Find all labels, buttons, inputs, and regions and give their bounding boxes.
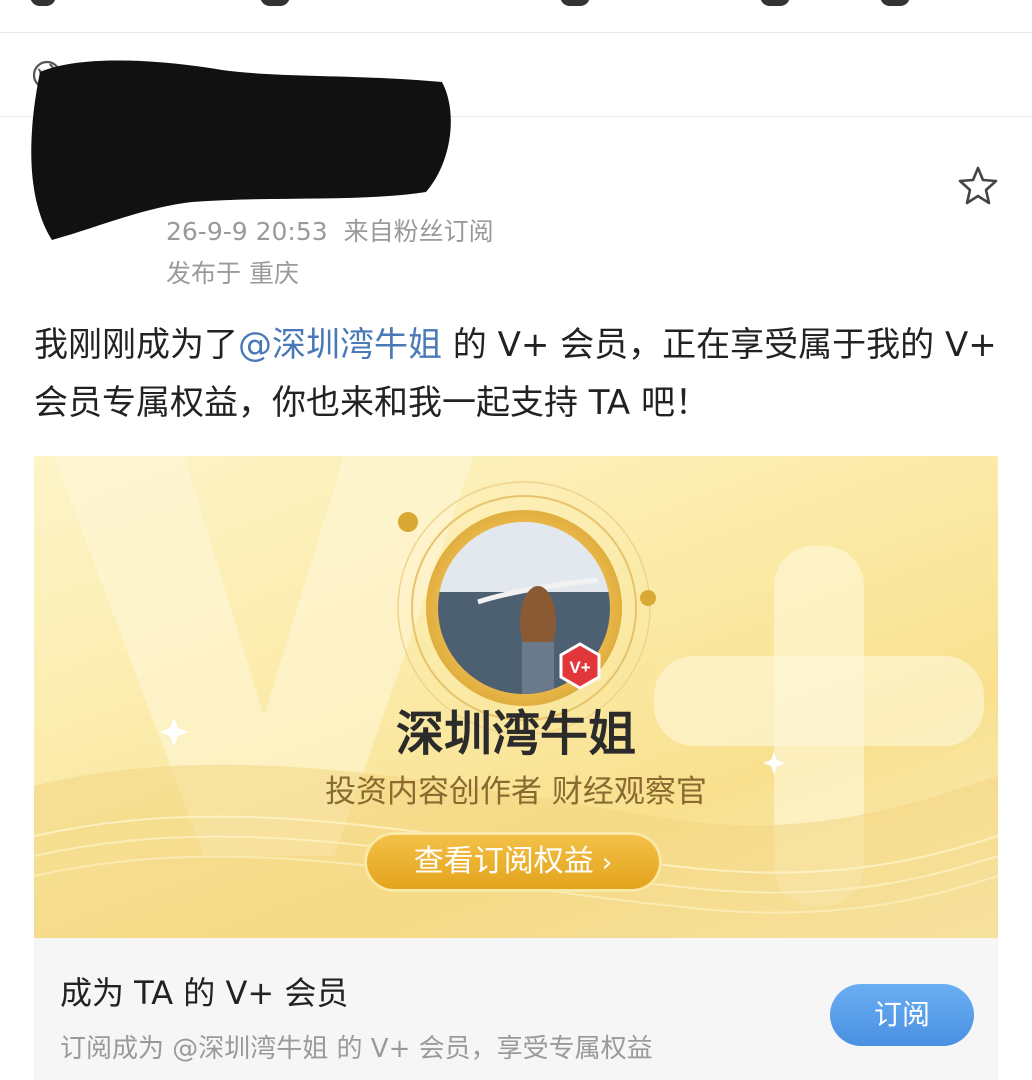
vplus-badge-icon: V+ [559,642,601,690]
favorite-star-icon[interactable] [956,164,1000,208]
globe-icon [32,60,62,90]
svg-text:V+: V+ [569,658,590,677]
toolbar-glyph [760,0,790,6]
post-timestamp: 26-9-9 20:53 来自粉丝订阅 [166,217,494,246]
search-icon[interactable] [880,0,910,6]
toolbar-glyph [560,0,590,6]
subscribe-button[interactable]: 订阅 [830,984,974,1046]
author-name[interactable]: 一路向上 178 [166,160,353,204]
view-benefits-button[interactable]: 查看订阅权益 › [364,832,662,892]
creator-name: 深圳湾牛姐 [395,706,636,762]
chevron-right-icon: › [601,848,613,878]
toolbar-glyph [260,0,290,6]
mention-link[interactable]: @深圳湾牛姐 [238,325,442,365]
subscribe-description: 订阅成为 @深圳湾牛姐 的 V+ 会员，享受专属权益 [60,1034,653,1064]
vplus-banner[interactable]: V+ 深圳湾牛姐 投资内容创作者 财经观察官 查看订阅权益 › [34,456,998,938]
subscribe-title: 成为 TA 的 V+ 会员 [60,974,349,1012]
vplus-card[interactable]: V+ 深圳湾牛姐 投资内容创作者 财经观察官 查看订阅权益 › 成为 TA 的 V… [34,456,998,1080]
post-body: 我刚刚成为了@深圳湾牛姐 的 V+ 会员，正在享受属于我的 V+ 会员专属权益，… [34,325,997,423]
post-location: 发布于 重庆 [166,259,299,288]
visibility-row[interactable]: 公开 [0,34,1032,117]
creator-tags: 投资内容创作者 财经观察官 [325,774,707,810]
toolbar-glyph [30,0,56,6]
top-toolbar [0,0,1032,33]
post-detail-page: 公开 一路向上 178 26-9-9 20:53 来自粉丝订阅 发布于 重庆 我… [0,0,1032,1080]
visibility-label: 公开 [80,64,133,94]
